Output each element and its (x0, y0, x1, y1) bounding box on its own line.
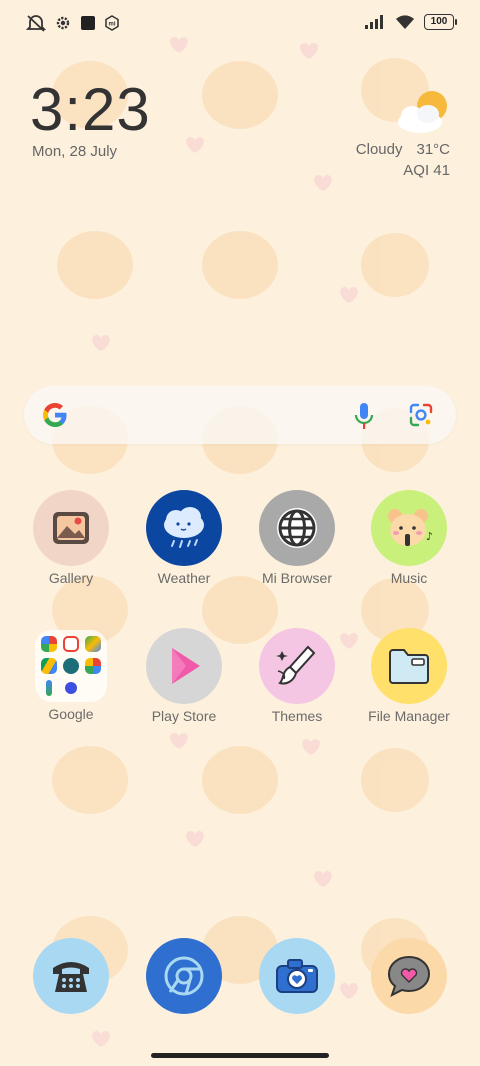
google-search-bar[interactable] (24, 386, 456, 444)
signal-icon (365, 15, 383, 29)
camera-icon (259, 938, 335, 1014)
app-label: Google (48, 706, 94, 722)
app-label: File Manager (368, 708, 450, 724)
app-file-manager[interactable]: File Manager (353, 628, 465, 724)
app-label: Gallery (48, 570, 94, 586)
empty-slot (85, 680, 101, 696)
google-mini-icon (41, 636, 57, 652)
battery-icon: 100 (424, 14, 457, 30)
weather-condition-temp[interactable]: Cloudy 31°C (356, 141, 450, 158)
messages-icon (371, 938, 447, 1014)
dock-camera[interactable] (241, 938, 353, 1014)
svg-text:♪: ♪ (426, 530, 433, 543)
themes-brush-icon (259, 628, 335, 704)
dock-messages[interactable] (353, 938, 465, 1014)
app-label: Mi Browser (261, 570, 332, 586)
weather-app-icon (146, 490, 222, 566)
lens-icon[interactable] (408, 402, 434, 428)
gear-icon (56, 16, 70, 30)
app-themes[interactable]: Themes (241, 628, 353, 724)
app-mi-browser[interactable]: Mi Browser (241, 490, 353, 586)
weather-condition: Cloudy (355, 141, 403, 158)
weather-aqi[interactable]: AQI 41 (403, 162, 450, 179)
gesture-nav-bar[interactable] (151, 1053, 329, 1058)
mute-vibrate-icon (26, 15, 46, 32)
square-icon (81, 16, 95, 30)
gmail-mini-icon (63, 636, 79, 652)
svg-text:mi: mi (108, 22, 115, 28)
photos-mini-icon (85, 658, 101, 674)
clock-date[interactable]: Mon, 28 July (32, 143, 117, 160)
folder-icon (371, 628, 447, 704)
app-play-store[interactable]: Play Store (128, 628, 240, 724)
music-bear-icon: ♪ (371, 490, 447, 566)
weather-temperature: 31°C (416, 141, 450, 158)
mi-icon: mi (105, 15, 119, 31)
app-weather[interactable]: Weather (128, 490, 240, 586)
dock-chrome[interactable] (128, 938, 240, 1014)
google-folder-icon (35, 630, 107, 702)
status-bar: mi 100 (0, 0, 480, 46)
app-gallery[interactable]: Gallery (15, 490, 127, 586)
mic-icon[interactable] (354, 402, 374, 430)
clock-time[interactable]: 3:23 (30, 78, 151, 142)
app-label: Play Store (151, 708, 217, 724)
drive-mini-icon (41, 658, 57, 674)
phone-icon (33, 938, 109, 1014)
meet-mini-icon (63, 658, 79, 674)
app-label: Weather (157, 570, 211, 586)
gallery-icon (33, 490, 109, 566)
one-mini-icon (46, 680, 52, 696)
app-label: Themes (271, 708, 323, 724)
app-label: Music (390, 570, 428, 586)
assistant-mini-icon (65, 682, 77, 694)
dock-phone[interactable] (15, 938, 127, 1014)
browser-globe-icon (259, 490, 335, 566)
chrome-icon (146, 938, 222, 1014)
folder-google[interactable]: Google (15, 628, 127, 722)
play-store-icon (146, 628, 222, 704)
maps-mini-icon (85, 636, 101, 652)
weather-cloud-sun-icon[interactable] (394, 86, 454, 136)
wifi-icon (396, 15, 414, 29)
google-logo (43, 403, 67, 427)
app-music[interactable]: ♪ Music (353, 490, 465, 586)
